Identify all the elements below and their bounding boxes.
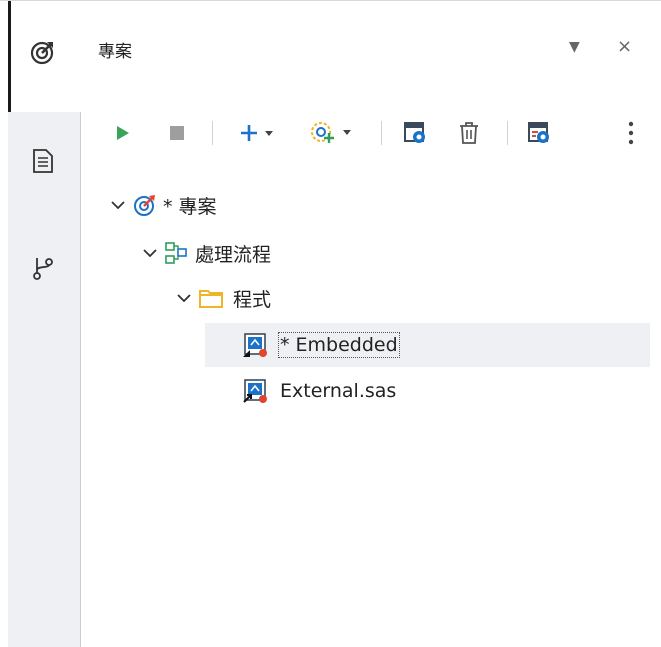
tree-node-programs[interactable]: 程式 <box>175 278 271 318</box>
tree-node-label: 處理流程 <box>195 243 272 266</box>
tree-node-embedded[interactable]: * Embedded <box>205 323 650 367</box>
sidebar-item-document[interactable] <box>25 143 61 179</box>
flow-properties-button[interactable] <box>525 113 553 153</box>
tree-node-label: External.sas <box>280 380 397 402</box>
panel-menu-button[interactable]: ▼ <box>569 39 580 55</box>
add-button[interactable] <box>237 113 285 153</box>
sidebar-item-git[interactable] <box>25 250 61 286</box>
activity-bar-active-indicator <box>8 1 11 112</box>
flow-properties-icon <box>528 122 549 143</box>
panel-toolbar <box>81 113 661 153</box>
add-task-button[interactable] <box>307 113 363 153</box>
plus-icon <box>241 125 273 141</box>
stop-icon <box>170 126 184 140</box>
external-program-icon <box>242 378 268 404</box>
trash-icon <box>460 122 478 144</box>
document-icon <box>33 149 53 173</box>
tree-node-external[interactable]: External.sas <box>242 371 396 411</box>
stop-button[interactable] <box>165 113 189 153</box>
tree-node-label: 程式 <box>233 288 272 311</box>
project-icon <box>30 41 54 65</box>
project-panel: 專案 ▼ × * 專案 處理流程 程式 * Embedded External.… <box>81 1 661 647</box>
embedded-program-icon <box>242 332 268 358</box>
properties-button[interactable] <box>401 113 429 153</box>
properties-icon <box>404 122 425 143</box>
toolbar-separator <box>212 121 213 145</box>
tree-node-project[interactable]: * 專案 <box>109 185 217 225</box>
tree-node-process-flow[interactable]: 處理流程 <box>141 233 271 273</box>
process-flow-icon <box>165 242 187 264</box>
project-icon <box>133 193 157 217</box>
panel-close-button[interactable]: × <box>617 36 632 57</box>
toolbar-separator <box>381 121 382 145</box>
add-task-icon <box>311 122 351 143</box>
more-button[interactable] <box>621 113 641 153</box>
toolbar-separator <box>507 121 508 145</box>
tree-node-label: * Embedded <box>278 332 400 358</box>
panel-title: 專案 <box>98 42 132 62</box>
more-vertical-icon <box>628 121 634 145</box>
chevron-down-icon[interactable] <box>175 289 193 307</box>
tree-node-label: * 專案 <box>163 195 217 218</box>
sidebar-item-projects[interactable] <box>25 34 61 70</box>
chevron-down-icon[interactable] <box>141 244 159 262</box>
git-branch-icon <box>33 258 53 280</box>
delete-button[interactable] <box>455 113 483 153</box>
play-icon <box>117 126 129 140</box>
folder-icon <box>199 288 223 308</box>
chevron-down-icon[interactable] <box>109 196 127 214</box>
run-button[interactable] <box>111 113 135 153</box>
